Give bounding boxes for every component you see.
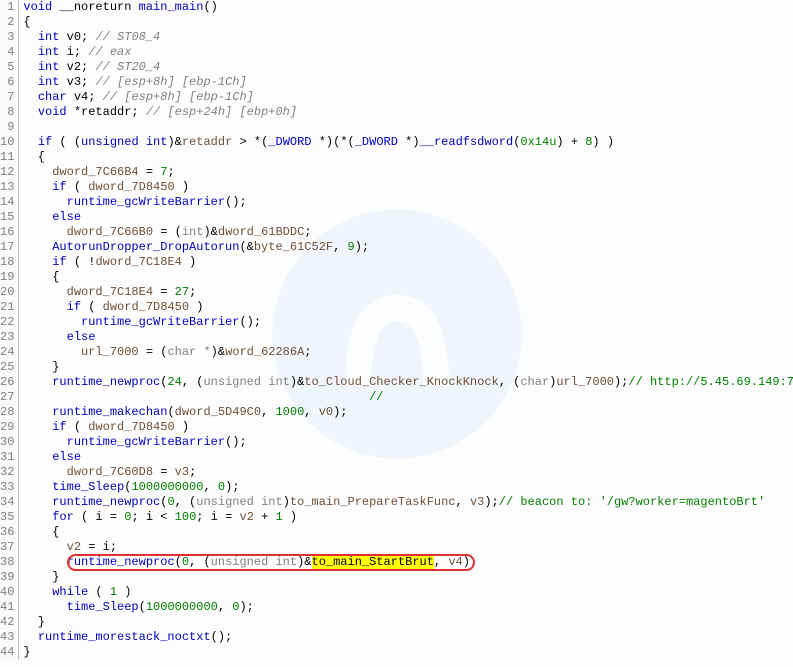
code-line[interactable]: else [23, 450, 793, 465]
line-number: 34 [0, 495, 14, 510]
line-number: 5 [0, 60, 14, 75]
line-number: 26 [0, 375, 14, 390]
line-number: 29 [0, 420, 14, 435]
line-number: 21 [0, 300, 14, 315]
line-number: 36 [0, 525, 14, 540]
line-number: 27 [0, 390, 14, 405]
line-number: 42 [0, 615, 14, 630]
line-number: 11 [0, 150, 14, 165]
line-number: 18 [0, 255, 14, 270]
line-number: 37 [0, 540, 14, 555]
line-number: 22 [0, 315, 14, 330]
code-line[interactable]: if ( dword_7D8450 ) [23, 300, 793, 315]
code-line[interactable]: runtime_morestack_noctxt(); [23, 630, 793, 645]
code-line[interactable]: url_7000 = (char *)&word_62286A; [23, 345, 793, 360]
line-number: 2 [0, 15, 14, 30]
line-number: 32 [0, 465, 14, 480]
code-line[interactable]: int v3; // [esp+8h] [ebp-1Ch] [23, 75, 793, 90]
code-viewer: 1234567891011121314151617181920212223242… [0, 0, 793, 660]
line-number: 41 [0, 600, 14, 615]
code-line[interactable]: runtime_gcWriteBarrier(); [23, 195, 793, 210]
code-line[interactable] [23, 120, 793, 135]
code-line[interactable]: } [23, 645, 793, 660]
line-number: 13 [0, 180, 14, 195]
line-number: 33 [0, 480, 14, 495]
line-number: 38 [0, 555, 14, 570]
line-number: 8 [0, 105, 14, 120]
code-line[interactable]: // [23, 390, 793, 405]
code-line[interactable]: { [23, 15, 793, 30]
code-line[interactable]: AutorunDropper_DropAutorun(&byte_61C52F,… [23, 240, 793, 255]
code-line[interactable]: dword_7C60D8 = v3; [23, 465, 793, 480]
code-line[interactable]: { [23, 270, 793, 285]
line-number: 25 [0, 360, 14, 375]
code-line[interactable]: void *retaddr; // [esp+24h] [ebp+0h] [23, 105, 793, 120]
code-line[interactable]: runtime_newproc(0, (unsigned int)&to_mai… [23, 555, 793, 570]
line-number: 9 [0, 120, 14, 135]
code-line[interactable]: void __noreturn main_main() [23, 0, 793, 15]
line-number: 35 [0, 510, 14, 525]
code-line[interactable]: runtime_makechan(dword_5D49C0, 1000, v0)… [23, 405, 793, 420]
code-line[interactable]: } [23, 360, 793, 375]
code-line[interactable]: runtime_gcWriteBarrier(); [23, 435, 793, 450]
code-line[interactable]: dword_7C66B0 = (int)&dword_61BDDC; [23, 225, 793, 240]
code-line[interactable]: { [23, 150, 793, 165]
line-number: 7 [0, 90, 14, 105]
code-line[interactable]: if ( !dword_7C18E4 ) [23, 255, 793, 270]
line-number: 4 [0, 45, 14, 60]
code-line[interactable]: time_Sleep(1000000000, 0); [23, 480, 793, 495]
line-number: 12 [0, 165, 14, 180]
line-number: 43 [0, 630, 14, 645]
code-line[interactable]: if ( dword_7D8450 ) [23, 420, 793, 435]
line-number: 44 [0, 645, 14, 660]
code-line[interactable]: int i; // eax [23, 45, 793, 60]
line-number: 16 [0, 225, 14, 240]
line-number-gutter: 1234567891011121314151617181920212223242… [0, 0, 19, 660]
line-number: 10 [0, 135, 14, 150]
line-number: 15 [0, 210, 14, 225]
code-line[interactable]: time_Sleep(1000000000, 0); [23, 600, 793, 615]
code-line[interactable]: dword_7C66B4 = 7; [23, 165, 793, 180]
code-line[interactable]: runtime_newproc(0, (unsigned int)to_main… [23, 495, 793, 510]
line-number: 14 [0, 195, 14, 210]
code-line[interactable]: else [23, 330, 793, 345]
code-line[interactable]: dword_7C18E4 = 27; [23, 285, 793, 300]
line-number: 23 [0, 330, 14, 345]
line-number: 40 [0, 585, 14, 600]
code-line[interactable]: int v0; // ST08_4 [23, 30, 793, 45]
line-number: 6 [0, 75, 14, 90]
code-line[interactable]: int v2; // ST20_4 [23, 60, 793, 75]
code-line[interactable]: runtime_gcWriteBarrier(); [23, 315, 793, 330]
code-line[interactable]: if ( (unsigned int)&retaddr > *(_DWORD *… [23, 135, 793, 150]
code-line[interactable]: } [23, 570, 793, 585]
code-line[interactable]: } [23, 615, 793, 630]
line-number: 28 [0, 405, 14, 420]
line-number: 17 [0, 240, 14, 255]
line-number: 30 [0, 435, 14, 450]
code-body[interactable]: void __noreturn main_main(){ int v0; // … [19, 0, 793, 660]
line-number: 31 [0, 450, 14, 465]
code-line[interactable]: { [23, 525, 793, 540]
code-line[interactable]: else [23, 210, 793, 225]
code-line[interactable]: runtime_newproc(24, (unsigned int)&to_Cl… [23, 375, 793, 390]
code-line[interactable]: while ( 1 ) [23, 585, 793, 600]
line-number: 3 [0, 30, 14, 45]
line-number: 19 [0, 270, 14, 285]
line-number: 39 [0, 570, 14, 585]
code-line[interactable]: for ( i = 0; i < 100; i = v2 + 1 ) [23, 510, 793, 525]
line-number: 24 [0, 345, 14, 360]
line-number: 1 [0, 0, 14, 15]
line-number: 20 [0, 285, 14, 300]
code-line[interactable]: char v4; // [esp+8h] [ebp-1Ch] [23, 90, 793, 105]
code-line[interactable]: v2 = i; [23, 540, 793, 555]
code-line[interactable]: if ( dword_7D8450 ) [23, 180, 793, 195]
